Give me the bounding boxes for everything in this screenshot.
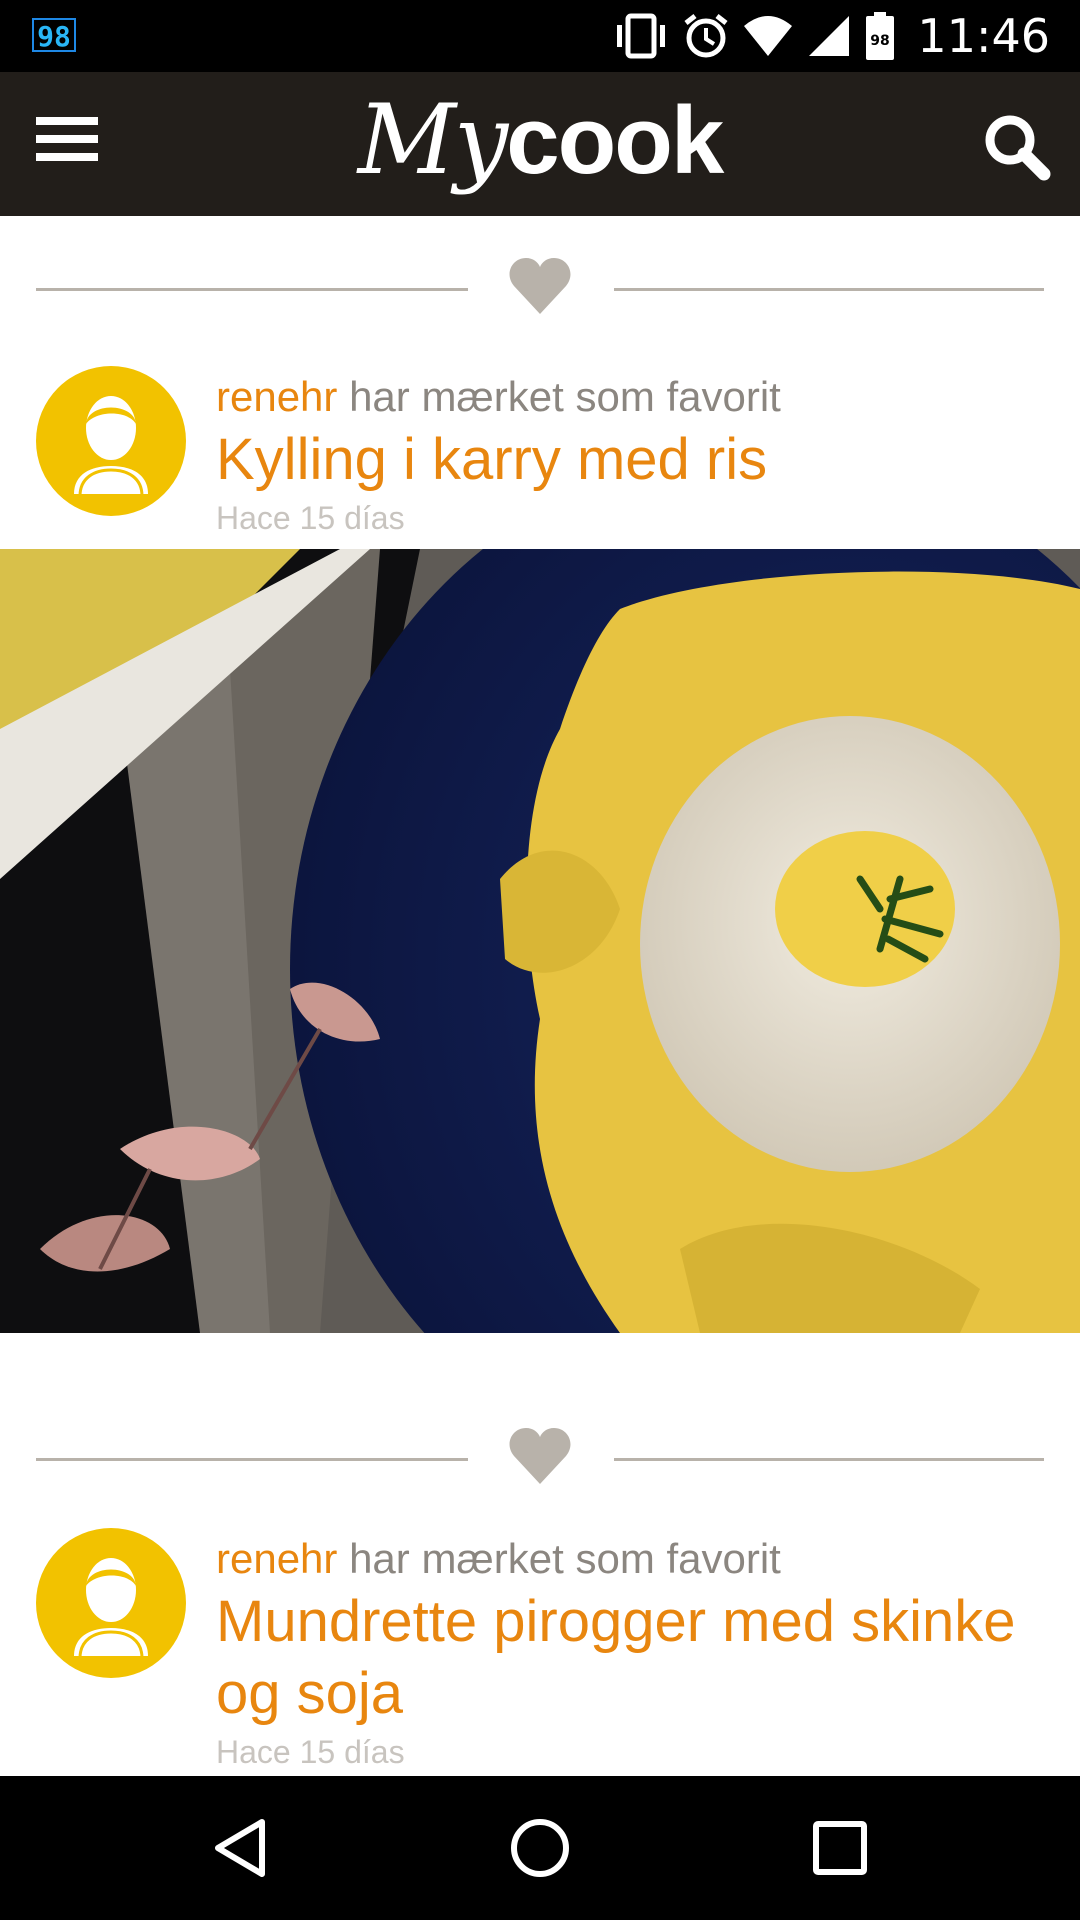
app-bar: Mycook — [0, 72, 1080, 216]
recipe-title[interactable]: Mundrette pirogger med skinke og soja — [216, 1586, 1050, 1730]
heart-icon — [509, 1428, 571, 1484]
logo-my: My — [357, 84, 509, 196]
avatar[interactable] — [36, 1528, 186, 1678]
wifi-icon — [744, 16, 793, 56]
username-link[interactable]: renehr — [216, 373, 337, 420]
alarm-icon — [684, 14, 728, 58]
vibrate-icon — [617, 13, 666, 59]
activity-action: har mærket som favorit — [337, 1535, 781, 1582]
heart-icon — [509, 258, 571, 314]
user-avatar-icon — [74, 396, 148, 497]
avatar[interactable] — [36, 366, 186, 516]
activity-line: renehr har mærket som favorit — [216, 1534, 1050, 1584]
signal-icon — [809, 16, 850, 56]
timestamp: Hace 15 días — [216, 500, 405, 536]
back-icon[interactable] — [200, 1808, 280, 1888]
notification-badge: 98 — [32, 18, 76, 53]
recipe-title[interactable]: Kylling i karry med ris — [216, 424, 1050, 496]
search-icon[interactable] — [982, 112, 1052, 182]
username-link[interactable]: renehr — [216, 1535, 337, 1582]
activity-feed[interactable]: renehr har mærket som favorit Kylling i … — [0, 216, 1080, 1776]
app-logo: Mycook — [0, 90, 1080, 191]
activity-line: renehr har mærket som favorit — [216, 372, 1050, 422]
activity-action: har mærket som favorit — [337, 373, 781, 420]
battery-icon: 98 — [866, 12, 895, 60]
battery-label: 98 — [871, 33, 890, 49]
home-icon[interactable] — [500, 1808, 580, 1888]
timestamp: Hace 15 días — [216, 1734, 405, 1770]
recents-icon[interactable] — [800, 1808, 880, 1888]
feed-item-text: renehr har mærket som favorit Mundrette … — [216, 1528, 1050, 1772]
feed-divider — [0, 1386, 1080, 1536]
status-icons: 98 11:46 — [613, 9, 1050, 63]
status-bar: 98 98 11:46 — [0, 0, 1080, 72]
clock: 11:46 — [917, 9, 1050, 63]
logo-cook: cook — [506, 87, 724, 194]
curry-chicken-with-rice-photo — [0, 549, 1080, 1333]
user-avatar-icon — [74, 1558, 148, 1659]
recipe-photo[interactable] — [0, 549, 1080, 1333]
feed-item[interactable]: renehr har mærket som favorit Mundrette … — [0, 1528, 1080, 1776]
feed-item[interactable]: renehr har mærket som favorit Kylling i … — [0, 366, 1080, 549]
feed-item-text: renehr har mærket som favorit Kylling i … — [216, 366, 1050, 538]
navigation-bar — [0, 1776, 1080, 1920]
feed-divider — [0, 216, 1080, 366]
